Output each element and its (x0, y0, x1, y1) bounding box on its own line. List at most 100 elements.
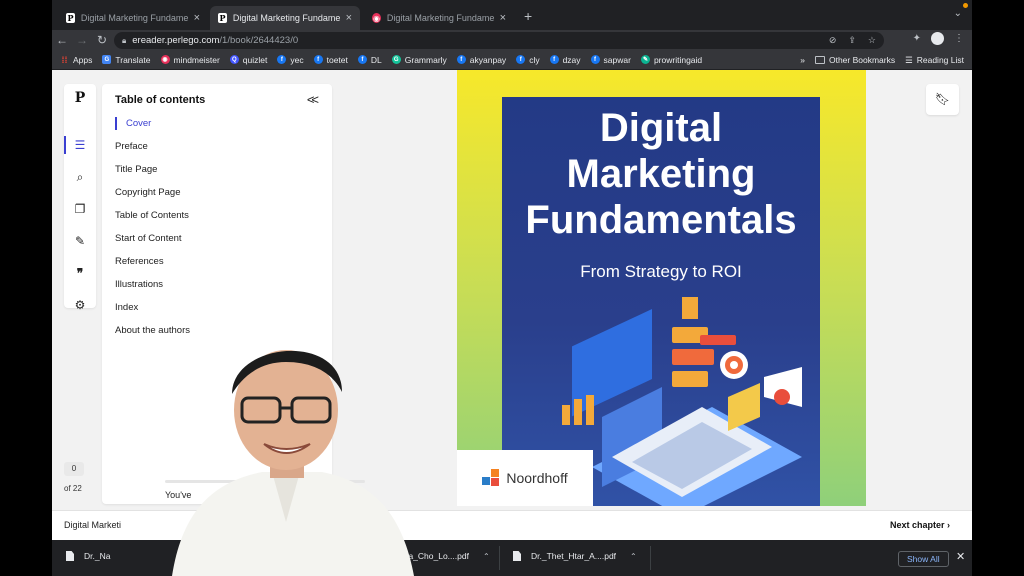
show-all-button[interactable]: Show All (898, 551, 949, 567)
new-tab-button[interactable]: + (524, 8, 532, 24)
download-item[interactable]: Dr._Thet_Htar_A....pdf ⌃ (513, 551, 637, 561)
tab-search-icon[interactable]: ⌄ (954, 8, 962, 19)
browser-window: P Digital Marketing Fundamentals × P Dig… (52, 0, 972, 576)
tab-title: Digital Marketing Fundamentals (386, 13, 494, 23)
toc-title: Table of contents (115, 94, 206, 106)
chevron-up-icon[interactable]: ⌃ (630, 552, 637, 561)
quotes-icon[interactable]: ❞ (64, 266, 96, 280)
reload-icon[interactable]: ↻ (92, 33, 112, 47)
folder-icon (814, 56, 825, 64)
cover-title: Digital Marketing Fundamentals (525, 106, 797, 242)
browser-toolbar: ← → ↻ 🔒︎ ereader.perlego.com/1/book/2644… (52, 30, 972, 50)
toc-item-title-page[interactable]: Title Page (115, 164, 157, 175)
menu-icon[interactable]: ⋮ (954, 33, 964, 44)
bookmark-translate[interactable]: G Translate (102, 55, 151, 65)
prowritingaid-icon: ✎ (640, 55, 650, 64)
reading-list[interactable]: ☰ Reading List (905, 55, 964, 66)
grammarly-icon: G (391, 55, 401, 64)
bookmark-dzay[interactable]: f dzay (549, 55, 581, 65)
bookmark-button[interactable]: 🔖︎ (926, 84, 959, 115)
settings-icon[interactable]: ⚙ (64, 298, 96, 312)
bookmarks-bar: ⁞⁞ Apps G Translate ◉ mindmeister Qquizlet … (52, 50, 972, 70)
divider (650, 546, 651, 570)
toc-item-illustrations[interactable]: Illustrations (115, 279, 163, 290)
reader-sidebar: P ☰ ⌕ ❐ ✎ ❞ ⚙ (64, 84, 96, 312)
collapse-icon[interactable]: << (307, 92, 319, 107)
chevron-right-icon: › (947, 520, 950, 530)
notes-icon[interactable]: ✎ (64, 234, 96, 248)
publisher-badge: Noordhoff (457, 450, 593, 506)
toc-item-cover[interactable]: Cover (115, 117, 151, 130)
toc-item-table-of-contents[interactable]: Table of Contents (115, 210, 189, 221)
perlego-logo[interactable]: P (64, 90, 96, 106)
bookmark-sapwar[interactable]: f sapwar (590, 55, 631, 65)
extensions-icon[interactable]: ✦ (913, 33, 921, 44)
bookmark-akyanpay[interactable]: f akyanpay (456, 55, 506, 65)
tab-1[interactable]: P Digital Marketing Fundamentals × (58, 6, 208, 30)
facebook-icon: f (357, 55, 367, 64)
reading-list-icon: ☰ (905, 54, 913, 65)
bookmark-yec[interactable]: f yec (277, 55, 304, 65)
book-cover: Digital Marketing Fundamentals From Stra… (457, 70, 866, 506)
toc-item-preface[interactable]: Preface (115, 141, 148, 152)
facebook-icon: f (277, 55, 287, 64)
tab-strip: P Digital Marketing Fundamentals × P Dig… (52, 0, 972, 30)
presenter-image (172, 350, 414, 576)
tab-title: Digital Marketing Fundamentals (80, 13, 188, 23)
mindmeister-icon: ◉ (160, 55, 170, 64)
bookmark-grammarly[interactable]: G Grammarly (391, 55, 447, 65)
quizlet-icon: Q (229, 55, 239, 64)
bookmark-quizlet[interactable]: Qquizlet (229, 55, 267, 65)
back-icon[interactable]: ← (52, 33, 72, 47)
facebook-icon: f (516, 55, 526, 64)
star-icon[interactable]: ☆ (868, 35, 876, 46)
url-host: ereader.perlego.com (132, 35, 220, 46)
toc-item-references[interactable]: References (115, 256, 164, 267)
bookmarks-icon[interactable]: ❐ (64, 202, 96, 216)
webcam-overlay (152, 322, 420, 576)
perlego-favicon-icon: P (66, 13, 75, 23)
bookmark-icon: 🔖︎ (934, 92, 951, 106)
share-icon[interactable]: ⇪ (848, 35, 856, 46)
toc-item-copyright-page[interactable]: Copyright Page (115, 187, 180, 198)
tab-title: Digital Marketing Fundamentals (232, 13, 340, 23)
bookmark-toetet[interactable]: f toetet (313, 55, 348, 65)
page-total: of 22 (64, 484, 82, 493)
bookmark-apps[interactable]: ⁞⁞ Apps (60, 54, 93, 65)
close-tab-icon[interactable]: × (500, 12, 506, 24)
chevron-up-icon[interactable]: ⌃ (483, 552, 490, 561)
current-chapter-label: Digital Marketi (64, 520, 122, 530)
facebook-icon: f (549, 55, 559, 64)
bookmark-prowritingaid[interactable]: ✎ prowritingaid (640, 55, 702, 65)
close-tab-icon[interactable]: × (346, 12, 352, 24)
cover-artwork: Digital Marketing Fundamentals From Stra… (502, 97, 820, 506)
tab-2[interactable]: P Digital Marketing Fundamentals × (210, 6, 360, 30)
translate-icon: G (102, 55, 112, 64)
bookmarks-overflow-icon[interactable]: » (800, 55, 805, 65)
page-number-input[interactable]: 0 (64, 462, 84, 476)
bookmark-dl[interactable]: f DL (357, 55, 382, 65)
facebook-icon: f (456, 55, 466, 64)
bookmark-cly[interactable]: f cly (516, 55, 540, 65)
pdf-file-icon (513, 551, 521, 561)
eye-off-icon[interactable]: ⊘ (829, 35, 837, 46)
recording-indicator (963, 3, 968, 8)
bookmark-mindmeister[interactable]: ◉ mindmeister (160, 55, 220, 65)
forward-icon[interactable]: → (72, 33, 92, 47)
address-bar[interactable]: 🔒︎ ereader.perlego.com/1/book/2644423/0 … (114, 32, 884, 49)
toc-item-index[interactable]: Index (115, 302, 138, 313)
avatar[interactable] (931, 32, 944, 45)
perlego-favicon-icon: P (218, 13, 227, 23)
apps-grid-icon: ⁞⁞ (61, 54, 68, 65)
table-of-contents-icon[interactable]: ☰ (64, 136, 96, 154)
search-icon[interactable]: ⌕ (64, 170, 96, 185)
other-bookmarks[interactable]: Other Bookmarks (814, 55, 895, 65)
noordhoff-logo-icon (482, 469, 500, 487)
download-item[interactable]: Dr._Na (66, 551, 110, 561)
toc-item-start-of-content[interactable]: Start of Content (115, 233, 182, 244)
next-chapter-button[interactable]: Next chapter › (890, 520, 950, 530)
close-tab-icon[interactable]: × (194, 12, 200, 24)
facebook-icon: f (313, 55, 323, 64)
tab-3[interactable]: ◉ Digital Marketing Fundamentals × (364, 6, 514, 30)
close-icon[interactable]: ✕ (956, 550, 965, 563)
